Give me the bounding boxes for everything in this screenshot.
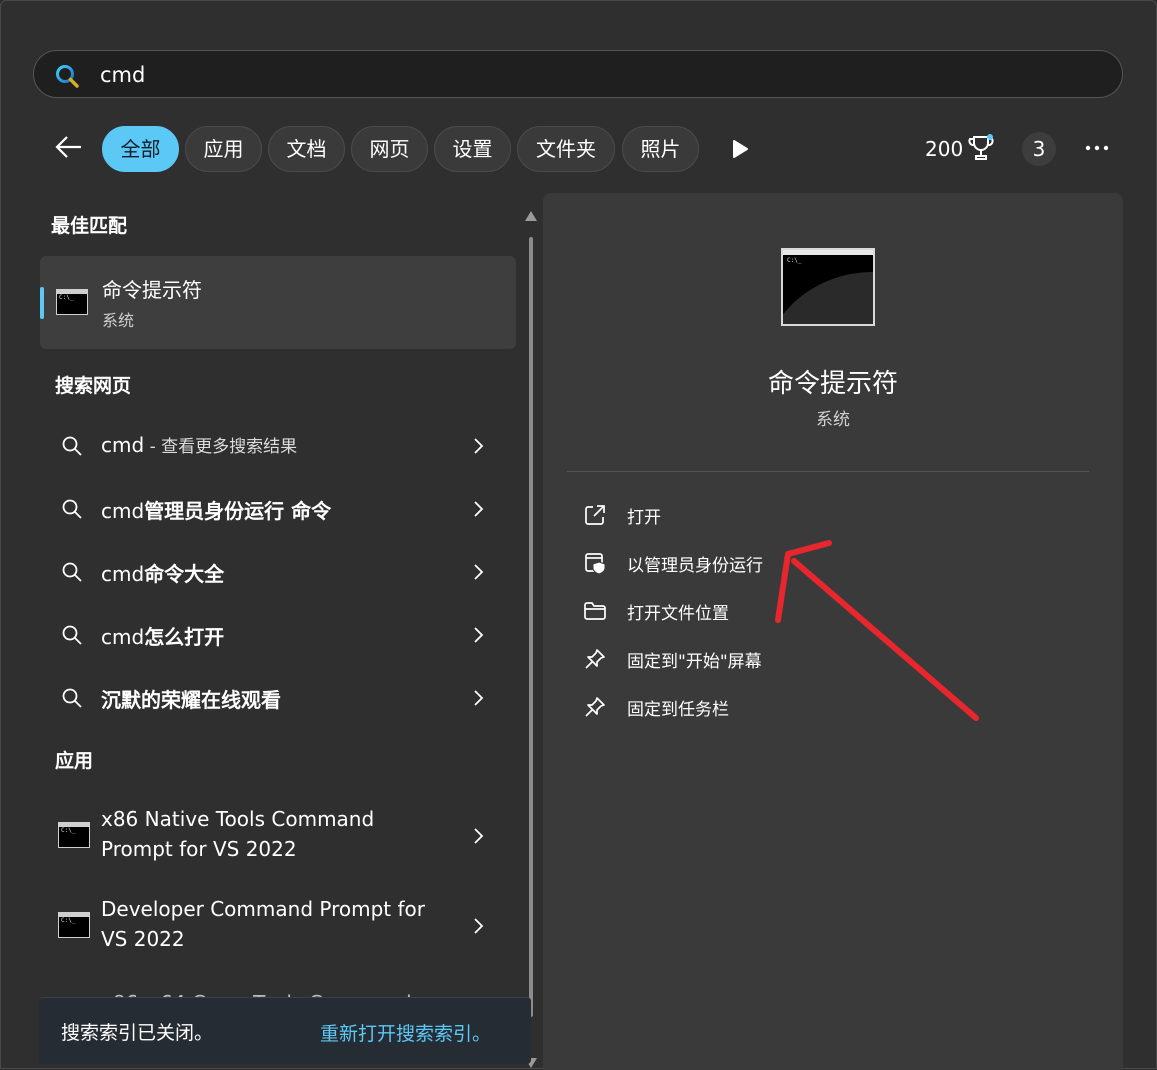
preview-subtitle: 系统: [816, 410, 850, 430]
pin-icon: [585, 697, 605, 717]
best-match-item[interactable]: C:\_ 命令提示符 系统: [40, 256, 516, 349]
folder-icon: [584, 602, 606, 620]
command-prompt-icon: C:\_: [58, 822, 90, 848]
start-search-window: 全部 应用 文档 网页 设置 文件夹 照片 200 3 最佳匹配 C:\_ 命令…: [0, 0, 1157, 1070]
preview-panel: C:\_ 命令提示符 系统 打开 以管理员身份运行 打开文件位置 固定到"开始"…: [543, 193, 1123, 1070]
search-icon: [62, 436, 82, 456]
search-index-notice: 搜索索引已关闭。 重新打开搜索索引。: [39, 997, 531, 1064]
search-icon: [56, 65, 79, 88]
app-name: Developer Command Prompt for VS 2022: [101, 897, 425, 951]
filter-documents[interactable]: 文档: [268, 126, 345, 172]
search-icon: [62, 625, 82, 645]
reopen-search-index-link[interactable]: 重新打开搜索索引。: [320, 1019, 491, 1046]
play-more-filters-icon[interactable]: [729, 137, 751, 161]
best-match-title: 命令提示符: [102, 278, 202, 302]
app-result-item[interactable]: C:\_ Developer Command Prompt for VS 202…: [41, 886, 517, 966]
search-icon: [62, 499, 82, 519]
filter-apps[interactable]: 应用: [185, 126, 262, 172]
section-apps: 应用: [55, 750, 94, 772]
action-pin-to-taskbar[interactable]: 固定到任务栏: [583, 692, 943, 722]
web-result-item[interactable]: cmd - 查看更多搜索结果: [41, 418, 517, 474]
selection-indicator: [40, 287, 44, 319]
chevron-right-icon: [474, 918, 484, 934]
more-options-icon[interactable]: [1082, 136, 1112, 160]
chevron-right-icon: [474, 501, 484, 517]
shield-admin-icon: [585, 553, 606, 575]
chevron-right-icon: [474, 828, 484, 844]
notification-count-badge[interactable]: 3: [1022, 132, 1056, 166]
chevron-right-icon: [474, 438, 484, 454]
search-icon: [62, 688, 82, 708]
action-pin-to-start[interactable]: 固定到"开始"屏幕: [583, 644, 943, 674]
app-name: x86 Native Tools Command Prompt for VS 2…: [101, 807, 375, 861]
web-result-item[interactable]: 沉默的荣耀在线观看: [41, 670, 517, 726]
action-run-as-admin[interactable]: 以管理员身份运行: [583, 548, 943, 578]
app-result-item[interactable]: C:\_ x86 Native Tools Command Prompt for…: [41, 796, 517, 876]
filter-photos[interactable]: 照片: [622, 126, 699, 172]
scrollbar-thumb[interactable]: [529, 237, 533, 1017]
divider: [567, 471, 1089, 472]
rewards-trophy-icon[interactable]: [965, 132, 997, 164]
web-result-item[interactable]: cmd管理员身份运行 命令: [41, 481, 517, 537]
command-prompt-icon: C:\_: [58, 912, 90, 938]
section-best-match: 最佳匹配: [51, 215, 128, 237]
search-icon: [62, 562, 82, 582]
pin-icon: [585, 649, 605, 669]
filter-settings[interactable]: 设置: [434, 126, 511, 172]
command-prompt-large-icon: C:\_: [781, 248, 875, 326]
chevron-right-icon: [474, 564, 484, 580]
chevron-right-icon: [474, 627, 484, 643]
search-box[interactable]: [33, 50, 1123, 98]
command-prompt-icon: C:\_: [56, 289, 88, 315]
scroll-up-arrow-icon[interactable]: [524, 210, 538, 222]
filter-web[interactable]: 网页: [351, 126, 428, 172]
section-web: 搜索网页: [55, 375, 132, 397]
rewards-points[interactable]: 200: [925, 136, 963, 162]
web-result-item[interactable]: cmd怎么打开: [41, 607, 517, 663]
action-open-file-location[interactable]: 打开文件位置: [583, 596, 943, 626]
back-arrow-icon[interactable]: [51, 129, 87, 165]
search-input[interactable]: [98, 59, 1102, 91]
best-match-subtitle: 系统: [102, 311, 135, 330]
web-result-item[interactable]: cmd命令大全: [41, 544, 517, 600]
preview-title: 命令提示符: [767, 369, 898, 399]
filter-all[interactable]: 全部: [102, 126, 179, 172]
notice-message: 搜索索引已关闭。: [61, 1022, 214, 1044]
chevron-right-icon: [474, 690, 484, 706]
filter-folders[interactable]: 文件夹: [517, 126, 615, 172]
action-open[interactable]: 打开: [583, 500, 943, 530]
open-external-icon: [585, 505, 605, 525]
